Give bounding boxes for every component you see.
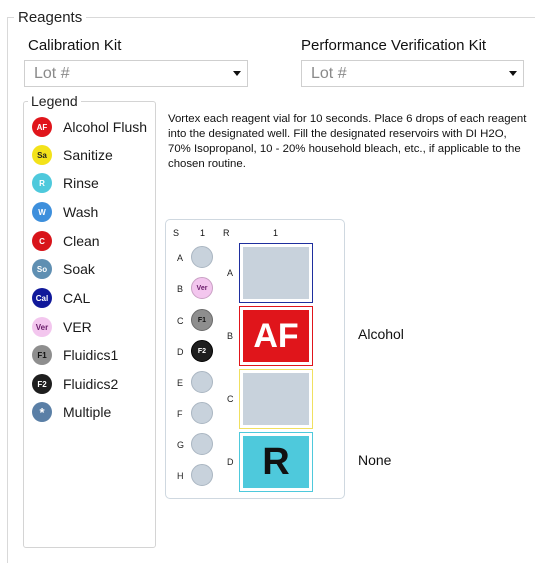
chevron-down-icon bbox=[233, 71, 241, 76]
legend-item-rinse: R Rinse bbox=[32, 172, 99, 194]
reservoir-content bbox=[243, 247, 309, 299]
well-d[interactable]: F2 bbox=[191, 340, 213, 362]
reservoir-label: None bbox=[358, 452, 392, 468]
plate-header-r: R bbox=[223, 228, 230, 238]
legend-badge-icon: Ver bbox=[32, 317, 52, 337]
well-row-label: C bbox=[177, 316, 184, 326]
well-c[interactable]: F1 bbox=[191, 309, 213, 331]
legend-item-label: Wash bbox=[63, 204, 99, 220]
calibration-lot-placeholder: Lot # bbox=[34, 65, 70, 82]
legend-item-wash: W Wash bbox=[32, 201, 98, 223]
well-f[interactable] bbox=[191, 402, 213, 424]
legend-item-label: VER bbox=[63, 319, 92, 335]
performance-kit-label: Performance Verification Kit bbox=[301, 37, 487, 54]
legend-badge-icon: Cal bbox=[32, 288, 52, 308]
calibration-kit-label: Calibration Kit bbox=[28, 37, 122, 54]
legend-item-label: Sanitize bbox=[63, 147, 113, 163]
legend-item-label: Rinse bbox=[63, 175, 99, 191]
legend-item-label: Fluidics2 bbox=[63, 376, 119, 392]
legend-item-label: Soak bbox=[63, 261, 95, 277]
legend-item-label: CAL bbox=[63, 290, 91, 306]
legend-badge-icon: F1 bbox=[32, 345, 52, 365]
reagents-group-title: Reagents bbox=[14, 9, 87, 26]
plate-header-rcol: 1 bbox=[273, 228, 279, 238]
legend-badge-icon: So bbox=[32, 259, 52, 279]
legend-item-alcohol-flush: AF Alcohol Flush bbox=[32, 116, 147, 138]
reservoir-content: R bbox=[243, 436, 309, 488]
legend-item-soak: So Soak bbox=[32, 258, 95, 280]
legend-item-sanitize: Sa Sanitize bbox=[32, 144, 113, 166]
legend-item-label: Multiple bbox=[63, 404, 112, 420]
legend-item-ver: Ver VER bbox=[32, 316, 92, 338]
plate-header-s: S bbox=[173, 228, 180, 238]
legend-item-label: Alcohol Flush bbox=[63, 119, 148, 135]
legend-badge-icon: F2 bbox=[32, 374, 52, 394]
well-row-label: D bbox=[177, 347, 184, 357]
legend-item-multiple: * Multiple bbox=[32, 401, 111, 423]
legend-item-cal: Cal CAL bbox=[32, 287, 90, 309]
legend-item-fluidics2: F2 Fluidics2 bbox=[32, 373, 118, 395]
legend-badge-icon: * bbox=[32, 402, 52, 422]
calibration-lot-dropdown[interactable]: Lot # bbox=[24, 60, 248, 87]
legend-badge-icon: R bbox=[32, 173, 52, 193]
reservoir-d[interactable]: R bbox=[239, 432, 313, 492]
legend-item-clean: C Clean bbox=[32, 230, 100, 252]
reservoir-row-label: C bbox=[227, 394, 234, 404]
well-row-label: A bbox=[177, 253, 184, 263]
well-row-label: G bbox=[177, 440, 185, 450]
well-row-label: H bbox=[177, 471, 184, 481]
well-h[interactable] bbox=[191, 464, 213, 486]
legend-title: Legend bbox=[28, 93, 81, 109]
legend-item-label: Fluidics1 bbox=[63, 347, 119, 363]
legend-badge-icon: AF bbox=[32, 117, 52, 137]
well-b[interactable]: Ver bbox=[191, 277, 213, 299]
reservoir-content: AF bbox=[243, 310, 309, 362]
legend-badge-icon: Sa bbox=[32, 145, 52, 165]
legend-item-fluidics1: F1 Fluidics1 bbox=[32, 344, 118, 366]
reservoir-row-label: B bbox=[227, 331, 234, 341]
legend-badge-icon: C bbox=[32, 231, 52, 251]
well-row-label: E bbox=[177, 378, 184, 388]
well-e[interactable] bbox=[191, 371, 213, 393]
legend-item-label: Clean bbox=[63, 233, 100, 249]
performance-lot-placeholder: Lot # bbox=[311, 65, 347, 82]
reservoir-label: Alcohol bbox=[358, 326, 404, 342]
reservoir-c[interactable] bbox=[239, 369, 313, 429]
legend-badge-icon: W bbox=[32, 202, 52, 222]
performance-lot-dropdown[interactable]: Lot # bbox=[301, 60, 524, 87]
reservoir-row-label: D bbox=[227, 457, 234, 467]
well-a[interactable] bbox=[191, 246, 213, 268]
well-row-label: F bbox=[177, 409, 183, 419]
reservoir-a[interactable] bbox=[239, 243, 313, 303]
well-row-label: B bbox=[177, 284, 184, 294]
reservoir-b[interactable]: AF bbox=[239, 306, 313, 366]
reservoir-content bbox=[243, 373, 309, 425]
chevron-down-icon bbox=[509, 71, 517, 76]
plate-header-col1: 1 bbox=[200, 228, 206, 238]
reservoir-row-label: A bbox=[227, 268, 234, 278]
well-g[interactable] bbox=[191, 433, 213, 455]
instructions-text: Vortex each reagent vial for 10 seconds.… bbox=[168, 113, 527, 170]
